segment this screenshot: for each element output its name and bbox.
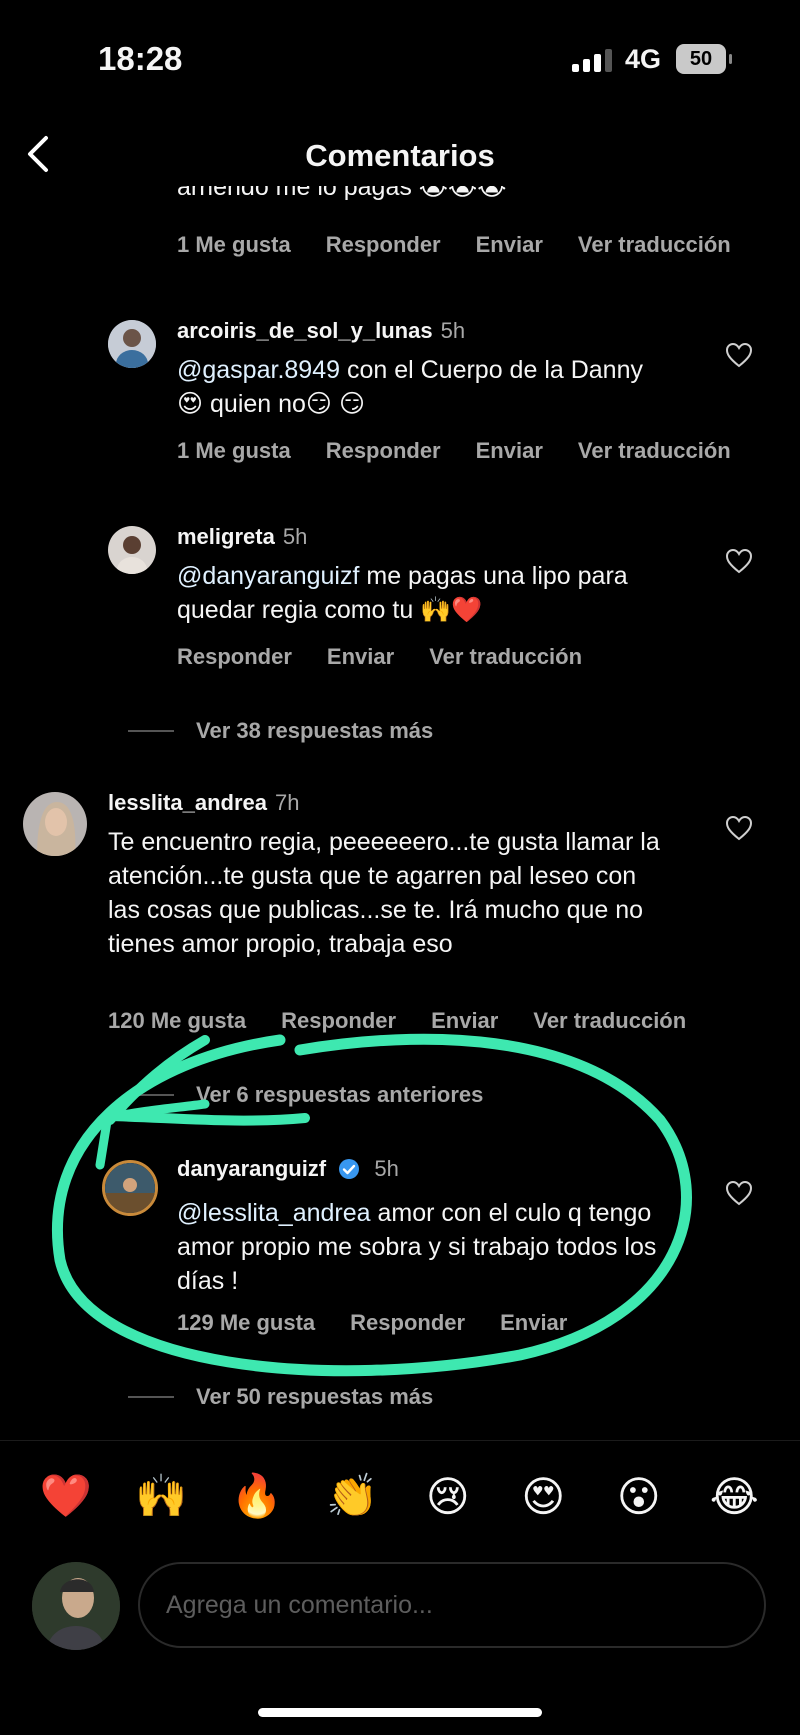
battery-level: 50 (689, 47, 713, 70)
view-previous-replies[interactable]: Ver 6 respuestas anteriores (128, 1082, 483, 1108)
comment-age: 5h (374, 1156, 399, 1181)
emoji-reaction[interactable]: 😮 (609, 1472, 669, 1521)
comment-username[interactable]: lesslita_andrea 7h (108, 790, 299, 816)
status-bar: 18:28 4G 50 (0, 0, 800, 120)
avatar[interactable] (108, 526, 156, 574)
send-button[interactable]: Enviar (476, 438, 543, 464)
comment-age: 5h (440, 318, 466, 343)
comment-actions: Responder Enviar Ver traducción (177, 644, 617, 670)
comment-text: @danyaranguizf me pagas una lipo para qu… (177, 562, 628, 624)
page-title: Comentarios (305, 138, 495, 173)
heart-icon[interactable] (725, 548, 753, 574)
emoji-reaction[interactable]: 😂 (704, 1472, 764, 1521)
heart-icon[interactable] (725, 1180, 753, 1206)
avatar[interactable] (108, 320, 156, 368)
translate-button[interactable]: Ver traducción (578, 438, 731, 464)
comment-actions: 129 Me gusta Responder Enviar (177, 1310, 602, 1336)
status-time: 18:28 (98, 40, 183, 77)
emoji-reaction[interactable]: 🙌 (131, 1472, 191, 1521)
verified-badge-icon (339, 1159, 360, 1179)
mention-link[interactable]: @danyaranguizf (177, 562, 359, 590)
send-button[interactable]: Enviar (327, 644, 394, 670)
home-indicator (258, 1708, 542, 1717)
emoji-reaction[interactable]: 🔥 (227, 1472, 287, 1521)
avatar[interactable] (102, 1160, 158, 1216)
emoji-reaction[interactable]: 😢 (418, 1472, 478, 1521)
view-more-replies[interactable]: Ver 50 respuestas más (128, 1384, 433, 1410)
user-avatar (32, 1562, 120, 1650)
likes-count[interactable]: 1 Me gusta (177, 438, 291, 464)
comment-input[interactable]: Agrega un comentario... (138, 1562, 766, 1648)
mention-link[interactable]: @gaspar.8949 (177, 356, 340, 384)
comment-text: @lesslita_andrea amor con el culo q teng… (177, 1199, 657, 1295)
translate-button[interactable]: Ver traducción (533, 1008, 686, 1034)
signal-icon (572, 48, 612, 72)
comment-actions: 1 Me gusta Responder Enviar Ver traducci… (177, 232, 766, 258)
reply-button[interactable]: Responder (326, 232, 441, 258)
comment-actions: 120 Me gusta Responder Enviar Ver traduc… (108, 1008, 721, 1034)
reply-button[interactable]: Responder (350, 1310, 465, 1336)
emoji-reaction[interactable]: 👏 (322, 1472, 382, 1521)
comment-actions: 1 Me gusta Responder Enviar Ver traducci… (177, 438, 766, 464)
likes-count[interactable]: 1 Me gusta (177, 232, 291, 258)
send-button[interactable]: Enviar (476, 232, 543, 258)
reply-button[interactable]: Responder (281, 1008, 396, 1034)
likes-count[interactable]: 129 Me gusta (177, 1310, 315, 1336)
heart-icon[interactable] (725, 342, 753, 368)
likes-count[interactable]: 120 Me gusta (108, 1008, 246, 1034)
reply-button[interactable]: Responder (177, 644, 292, 670)
translate-button[interactable]: Ver traducción (578, 232, 731, 258)
emoji-reaction[interactable]: 😍 (513, 1472, 573, 1521)
comment-text: @gaspar.8949 con el Cuerpo de la Danny 😍… (177, 356, 643, 418)
emoji-bar: ❤️ 🙌 🔥 👏 😢 😍 😮 😂 (0, 1472, 800, 1521)
send-button[interactable]: Enviar (431, 1008, 498, 1034)
comment-username[interactable]: meligreta 5h (177, 524, 307, 550)
send-button[interactable]: Enviar (500, 1310, 567, 1336)
reply-button[interactable]: Responder (326, 438, 441, 464)
emoji-reaction[interactable]: ❤️ (36, 1472, 96, 1521)
comment-username[interactable]: danyaranguizf 5h (177, 1156, 399, 1182)
heart-icon[interactable] (725, 815, 753, 841)
mention-link[interactable]: @lesslita_andrea (177, 1199, 371, 1227)
view-more-replies[interactable]: Ver 38 respuestas más (128, 718, 433, 744)
avatar[interactable] (23, 792, 87, 856)
comment-age: 5h (282, 524, 308, 549)
comment-age: 7h (274, 790, 300, 815)
comment-text: Te encuentro regia, peeeeeero...te gusta… (108, 828, 660, 958)
battery-icon: 50 (676, 44, 732, 74)
network-type: 4G (625, 44, 662, 74)
divider (0, 1440, 800, 1441)
translate-button[interactable]: Ver traducción (429, 644, 582, 670)
comment-username[interactable]: arcoiris_de_sol_y_lunas 5h (177, 318, 465, 344)
partial-comment-text: arriendo me lo pagas 😭😭😭 (177, 186, 507, 201)
